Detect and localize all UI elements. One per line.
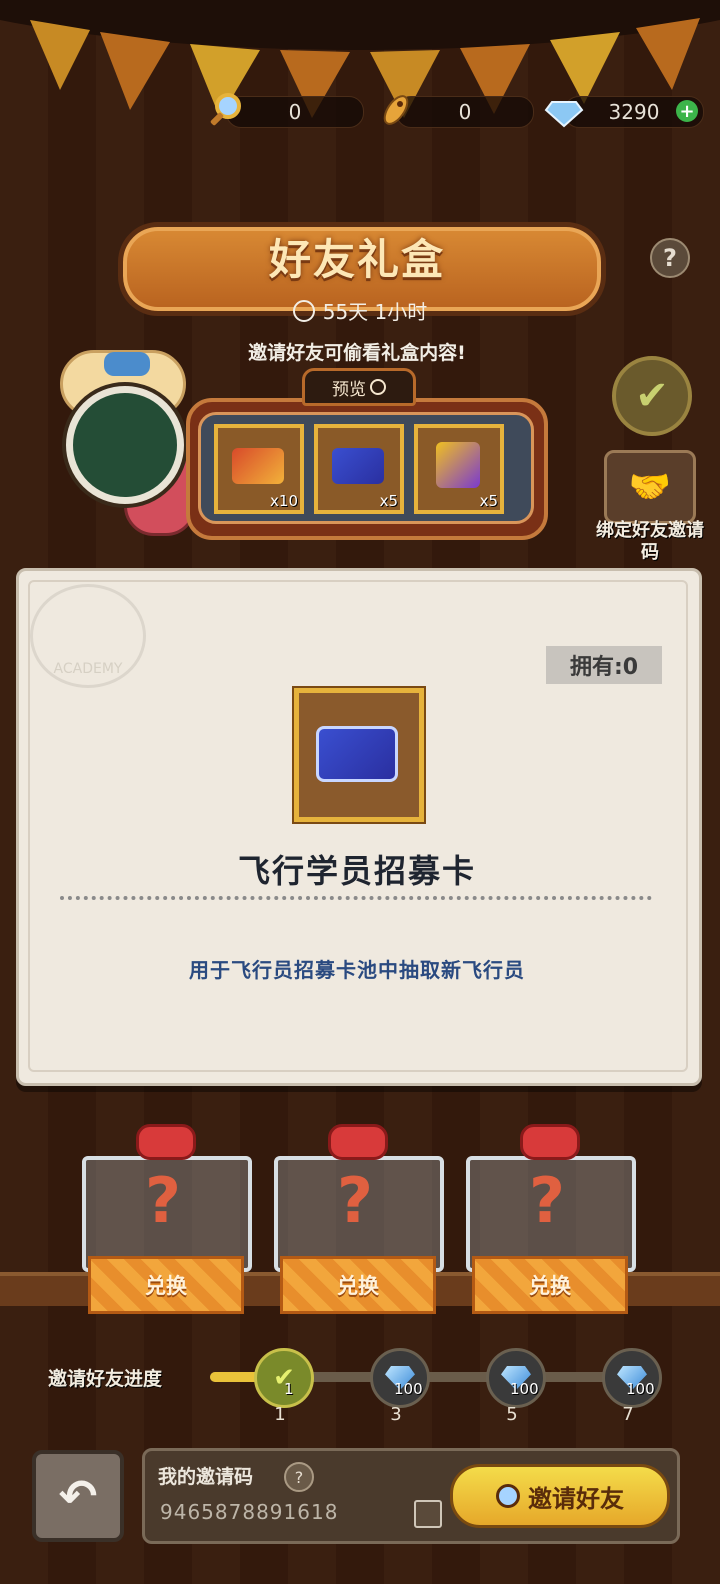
item-description: 用于飞行员招募卡池中抽取新飞行员 — [189, 958, 525, 982]
redeem-button[interactable]: 兑换 — [280, 1256, 436, 1314]
gift-box[interactable]: ? 兑换 — [82, 1124, 252, 1314]
question-icon: ? — [529, 1164, 565, 1237]
slot-quantity: x5 — [379, 492, 398, 510]
invite-code-help-button[interactable]: ? — [284, 1462, 314, 1492]
milestone-reward: 100 — [626, 1380, 655, 1398]
question-icon: ? — [145, 1164, 181, 1237]
handshake-icon: 🤝 — [628, 467, 672, 507]
search-icon — [370, 379, 386, 395]
milestone-node-3[interactable] — [370, 1348, 430, 1408]
owned-count: 拥有:0 — [546, 646, 662, 684]
gem-icon — [544, 90, 584, 130]
preview-slot-gold-card[interactable]: x10 — [214, 424, 304, 514]
ribbon-bow-icon — [136, 1124, 196, 1160]
milestone-count: 7 — [622, 1404, 634, 1425]
my-invite-code-label: 我的邀请码 — [158, 1466, 254, 1488]
blue-recruit-card-icon — [332, 448, 384, 484]
bind-friend-code-label: 绑定好友邀请码 — [596, 520, 704, 563]
help-button[interactable]: ? — [650, 238, 690, 278]
back-button[interactable]: ↶ — [32, 1450, 124, 1542]
check-badge-icon[interactable]: ✔ — [612, 356, 692, 436]
clock-icon — [292, 300, 315, 322]
academy-stamp: ACADEMY — [30, 584, 146, 688]
preview-tab[interactable]: 预览 — [302, 368, 416, 406]
milestone-count: 3 — [390, 1404, 402, 1425]
redeem-button[interactable]: 兑换 — [472, 1256, 628, 1314]
magnifier-icon — [496, 1484, 520, 1508]
milestone-node-7[interactable] — [602, 1348, 662, 1408]
milestone-node-1[interactable]: ✔ — [254, 1348, 314, 1408]
invite-friends-button[interactable]: 邀请好友 — [450, 1464, 670, 1528]
rocket-icon — [376, 90, 416, 130]
invite-progress-label: 邀请好友进度 — [48, 1368, 163, 1390]
slot-quantity: x5 — [479, 492, 498, 510]
preview-slot-blue-card[interactable]: x5 — [314, 424, 404, 514]
rocket-counter: 0 — [396, 96, 534, 128]
timer-text: 55天 1小时 — [322, 300, 428, 324]
ribbon-bow-icon — [328, 1124, 388, 1160]
preview-label: 预览 — [332, 379, 366, 400]
gem-count: 3290 — [608, 100, 660, 124]
milestone-count: 5 — [506, 1404, 518, 1425]
divider — [60, 896, 652, 900]
mascot-bow — [104, 352, 150, 376]
back-arrow-icon: ↶ — [58, 1469, 98, 1523]
preview-slot-cube-crate[interactable]: x5 — [414, 424, 504, 514]
magnifier-icon — [206, 90, 246, 130]
ribbon-bow-icon — [520, 1124, 580, 1160]
blue-recruit-card-icon — [316, 726, 398, 782]
magnifier-counter: 0 — [226, 96, 364, 128]
add-gem-button[interactable]: + — [676, 100, 698, 122]
gift-box[interactable]: ? 兑换 — [466, 1124, 636, 1314]
invite-button-label: 邀请好友 — [528, 1484, 624, 1513]
mascot-helmet — [66, 386, 184, 504]
milestone-node-5[interactable] — [486, 1348, 546, 1408]
milestone-count: 1 — [274, 1404, 286, 1425]
copy-icon[interactable] — [414, 1500, 442, 1528]
bind-friend-code-button[interactable]: 🤝 — [604, 450, 696, 524]
page-title: 好友礼盒 — [268, 235, 445, 284]
milestone-reward: 100 — [394, 1380, 423, 1398]
magnifier-count: 0 — [288, 100, 302, 124]
countdown-timer: 55天 1小时 — [0, 296, 720, 325]
milestone-reward: 1 — [284, 1380, 294, 1398]
redeem-button[interactable]: 兑换 — [88, 1256, 244, 1314]
slot-quantity: x10 — [270, 492, 298, 510]
invite-code-value: 9465878891618 — [160, 1500, 339, 1524]
item-name: 飞行学员招募卡 — [237, 852, 476, 890]
milestone-reward: 100 — [510, 1380, 539, 1398]
gold-recruit-card-icon — [232, 448, 284, 484]
cube-crate-icon — [436, 442, 480, 488]
gift-box[interactable]: ? 兑换 — [274, 1124, 444, 1314]
question-icon: ? — [337, 1164, 373, 1237]
rocket-count: 0 — [458, 100, 472, 124]
